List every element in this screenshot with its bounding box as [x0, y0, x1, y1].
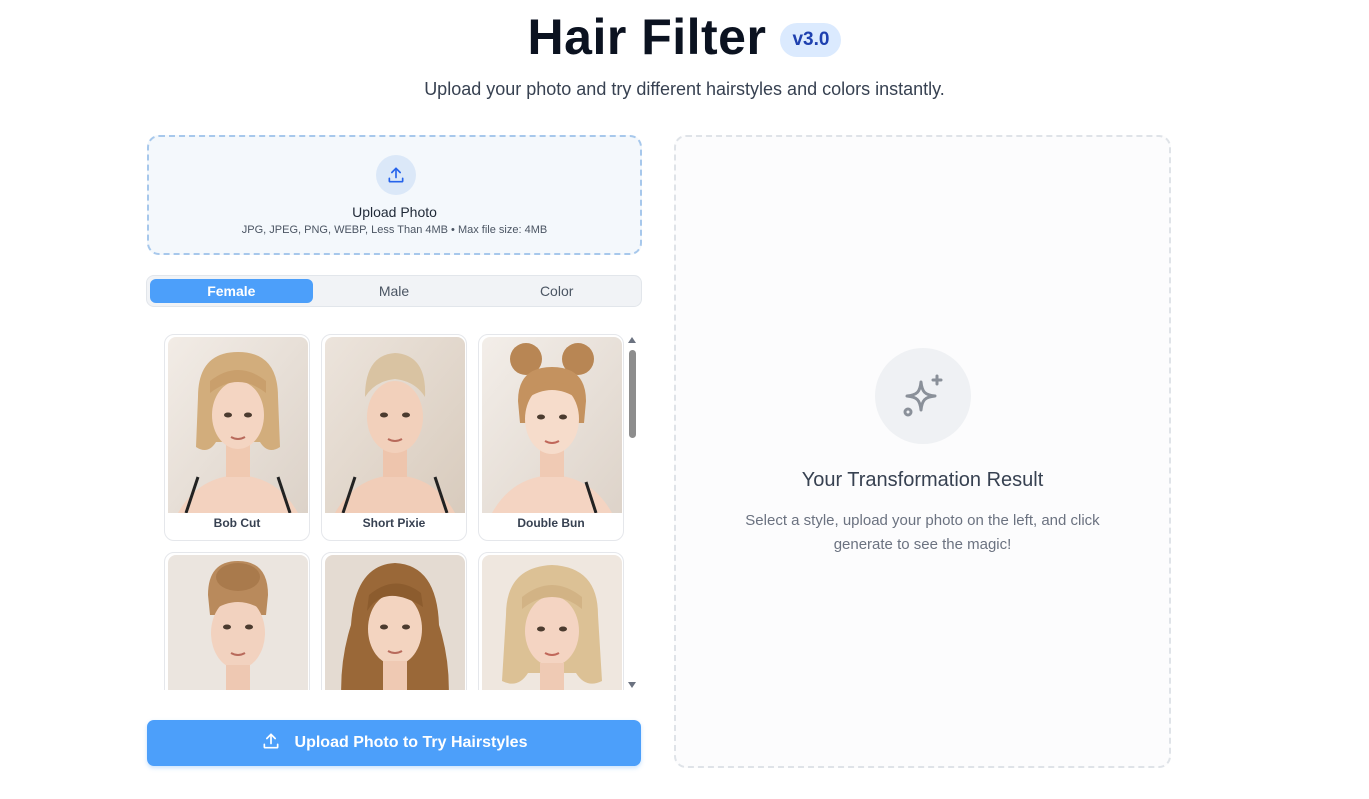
result-panel: Your Transformation Result Select a styl…	[674, 135, 1171, 768]
style-card-double-bun[interactable]: Double Bun	[478, 334, 624, 541]
style-grid-container: Bob Cut Short Pixie Double Bun	[147, 330, 642, 690]
style-label: Bob Cut	[213, 516, 261, 530]
style-grid: Bob Cut Short Pixie Double Bun	[164, 334, 624, 690]
page-subtitle: Upload your photo and try different hair…	[424, 79, 945, 99]
scroll-down-arrow-icon[interactable]	[628, 682, 636, 688]
style-label: Short Pixie	[362, 516, 426, 530]
upload-try-button-label: Upload Photo to Try Hairstyles	[294, 734, 528, 751]
style-photo	[168, 555, 308, 690]
result-title: Your Transformation Result	[801, 469, 1044, 491]
style-card-updo[interactable]	[164, 552, 310, 690]
gender-tabs: Female Male Color	[146, 275, 642, 307]
style-label: Double Bun	[517, 516, 585, 530]
result-description: Select a style, upload your photo on the…	[745, 512, 1100, 553]
style-card-long-waves[interactable]	[321, 552, 467, 690]
style-photo	[325, 555, 465, 690]
upload-try-button[interactable]: Upload Photo to Try Hairstyles	[147, 720, 641, 766]
page-title: Hair Filter	[527, 9, 767, 65]
upload-icon	[261, 731, 281, 756]
upload-formats: JPG, JPEG, PNG, WEBP, Less Than 4MB • Ma…	[241, 224, 548, 236]
upload-dropzone[interactable]: Upload Photo JPG, JPEG, PNG, WEBP, Less …	[147, 135, 642, 255]
style-photo	[325, 337, 465, 513]
style-card-bob-cut[interactable]: Bob Cut	[164, 334, 310, 541]
scroll-up-arrow-icon[interactable]	[628, 337, 636, 343]
tab-color[interactable]: Color	[475, 279, 638, 303]
scroll-thumb[interactable]	[629, 350, 636, 438]
tab-male[interactable]: Male	[313, 279, 476, 303]
style-card-blonde-bob[interactable]	[478, 552, 624, 690]
tab-female[interactable]: Female	[150, 279, 313, 303]
version-badge: v3.0	[780, 23, 842, 57]
upload-title: Upload Photo	[352, 204, 437, 220]
title-row: Hair Filter v3.0	[0, 8, 1369, 66]
upload-icon	[376, 155, 416, 195]
style-grid-scrollbar[interactable]	[626, 335, 638, 690]
style-photo	[168, 337, 308, 513]
style-photo	[482, 337, 622, 513]
style-photo	[482, 555, 622, 690]
sparkles-icon	[875, 348, 971, 444]
style-card-short-pixie[interactable]: Short Pixie	[321, 334, 467, 541]
